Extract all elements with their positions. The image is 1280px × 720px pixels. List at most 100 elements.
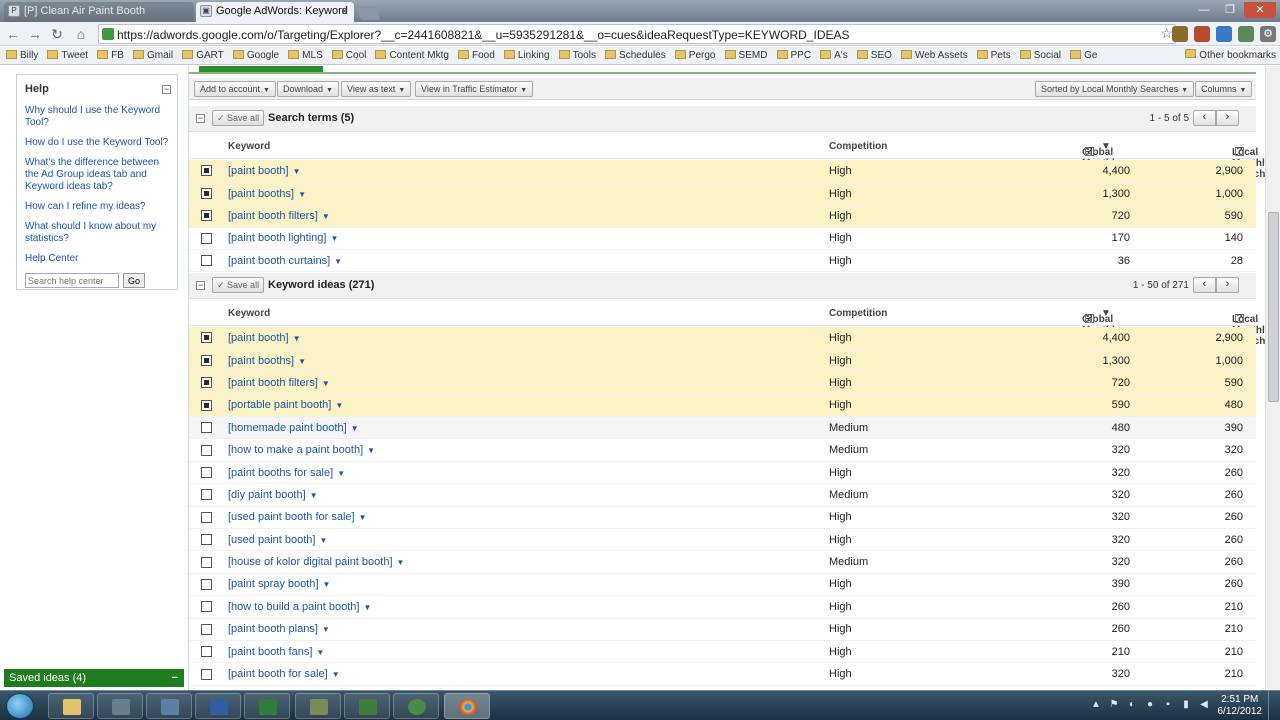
help-question-icon[interactable]: ? (1085, 147, 1094, 157)
previous-page-button[interactable]: ‹ (1193, 110, 1216, 126)
show-desktop-button[interactable] (1268, 691, 1280, 720)
chevron-down-icon[interactable]: ▼ (397, 558, 405, 567)
action-center-icon[interactable]: ⚑ (1108, 699, 1120, 711)
chevron-down-icon[interactable]: ▼ (323, 580, 331, 589)
show-hidden-icons-icon[interactable]: ▲ (1090, 699, 1102, 711)
collapse-icon[interactable]: − (196, 114, 205, 123)
chevron-down-icon[interactable]: ▼ (337, 469, 345, 478)
keyword-link[interactable]: [paint booth] (228, 165, 289, 177)
next-page-button[interactable]: › (1216, 110, 1239, 126)
keyword-link[interactable]: [paint booth fans] (228, 646, 312, 658)
browser-tab-inactive[interactable]: P [P] Clean Air Paint Booth (4, 2, 194, 22)
row-checkbox[interactable] (201, 232, 212, 244)
save-all-button[interactable]: ✓ Save all (212, 110, 265, 126)
row-checkbox[interactable] (201, 489, 212, 501)
keyword-link[interactable]: [paint booths] (228, 355, 294, 367)
row-checkbox[interactable] (201, 422, 212, 434)
view-in-traffic-estimator-button[interactable]: View in Traffic Estimator ▼ (415, 81, 534, 97)
sort-descending-icon[interactable]: ▼ (1101, 308, 1111, 319)
help-question-icon[interactable]: ? (1235, 147, 1244, 157)
chevron-down-icon[interactable]: ▼ (293, 167, 301, 176)
table-row[interactable]: [paint booth lighting] ▼ High 170 140 (189, 227, 1256, 250)
row-checkbox[interactable] (201, 668, 212, 680)
row-checkbox[interactable] (201, 165, 212, 177)
bookmark-folder[interactable]: Tools (558, 47, 596, 64)
taskbar-app[interactable] (344, 693, 390, 719)
row-checkbox[interactable] (201, 355, 212, 367)
chevron-down-icon[interactable]: ▼ (367, 446, 375, 455)
bookmark-folder[interactable]: Pergo (674, 47, 715, 64)
chevron-down-icon[interactable]: ▼ (334, 257, 342, 266)
bookmark-item[interactable]: Gmail (133, 47, 173, 64)
view-as-text-button[interactable]: View as text ▼ (341, 81, 412, 97)
download-button[interactable]: Download ▼ (277, 81, 339, 97)
table-row[interactable]: [paint booth filters] ▼ High 720 590 (189, 204, 1256, 228)
scrollbar-thumb[interactable] (1268, 212, 1279, 402)
table-row[interactable]: [paint booth] ▼ High 4,400 2,900 (189, 327, 1256, 350)
row-checkbox[interactable] (201, 623, 212, 635)
keyword-link[interactable]: [homemade paint booth] (228, 422, 347, 434)
extension-icon[interactable] (1194, 26, 1210, 42)
keyword-link[interactable]: [how to make a paint booth] (228, 444, 363, 456)
add-to-account-button[interactable]: Add to account ▼ (194, 81, 276, 97)
keyword-link[interactable]: [paint booth filters] (228, 377, 318, 389)
window-close-icon[interactable]: ✕ (1244, 2, 1276, 18)
help-link[interactable]: How do I use the Keyword Tool? (25, 137, 169, 149)
collapse-icon[interactable]: − (162, 85, 171, 94)
table-row[interactable]: [paint booth curtains] ▼ High 36 28 (189, 250, 1256, 272)
table-row[interactable]: [paint booth plans] ▼ High 260 210 (189, 618, 1256, 641)
row-checkbox[interactable] (201, 188, 212, 200)
taskbar-app[interactable] (97, 693, 143, 719)
bookmark-item[interactable]: Tweet (47, 47, 88, 64)
keyword-link[interactable]: [paint booth curtains] (228, 255, 330, 267)
table-row[interactable]: [paint booths for sale] ▼ High 320 260 (189, 461, 1256, 484)
row-checkbox[interactable] (201, 467, 212, 479)
reload-icon[interactable]: ↻ (48, 25, 66, 43)
help-link[interactable]: What's the difference between the Ad Gro… (25, 157, 169, 193)
browser-tab-active[interactable]: ▣ Google AdWords: Keyword × (196, 2, 354, 22)
columns-dropdown[interactable]: Columns ▼ (1195, 81, 1253, 97)
minimize-icon[interactable]: − (172, 669, 178, 687)
help-search-input[interactable] (25, 273, 119, 288)
chevron-down-icon[interactable]: ▼ (359, 513, 367, 522)
home-icon[interactable]: ⌂ (72, 25, 90, 43)
row-checkbox[interactable] (201, 332, 212, 344)
table-row[interactable]: [used paint booth for sale] ▼ High 320 260 (189, 506, 1256, 529)
bookmark-folder[interactable]: Schedules (605, 47, 666, 64)
table-row[interactable]: [homemade paint booth] ▼ Medium 480 390 (189, 416, 1256, 439)
help-center-link[interactable]: Help Center (25, 253, 169, 265)
signal-icon[interactable]: ▮ (1180, 699, 1192, 711)
new-tab-button[interactable] (355, 6, 381, 20)
table-row[interactable]: [diy paint booth] ▼ Medium 320 260 (189, 484, 1256, 507)
minimize-icon[interactable]: — (1192, 2, 1216, 18)
row-checkbox[interactable] (201, 646, 212, 658)
extension-icon[interactable] (1238, 26, 1254, 42)
sort-descending-icon[interactable]: ▼ (1101, 141, 1111, 152)
chevron-down-icon[interactable]: ▼ (322, 212, 330, 221)
chevron-down-icon[interactable]: ▼ (298, 357, 306, 366)
bookmark-item[interactable]: Google (232, 47, 279, 64)
taskbar-excel[interactable] (244, 693, 290, 719)
other-bookmarks[interactable]: Other bookmarks (1181, 47, 1276, 64)
table-row[interactable]: [how to make a paint booth] ▼ Medium 320 320 (189, 439, 1256, 462)
row-checkbox[interactable] (201, 210, 212, 222)
help-link[interactable]: Why should I use the Keyword Tool? (25, 105, 169, 129)
keyword-link[interactable]: [paint spray booth] (228, 578, 319, 590)
row-checkbox[interactable] (201, 534, 212, 546)
chevron-down-icon[interactable]: ▼ (330, 234, 338, 243)
bookmark-item[interactable]: Ge (1070, 47, 1097, 64)
row-checkbox[interactable] (201, 399, 212, 411)
keyword-link[interactable]: [paint booth lighting] (228, 232, 326, 244)
chevron-down-icon[interactable]: ▼ (322, 379, 330, 388)
keyword-link[interactable]: [how to build a paint booth] (228, 601, 359, 613)
chevron-down-icon[interactable]: ▼ (310, 491, 318, 500)
row-checkbox[interactable] (201, 601, 212, 613)
taskbar-word[interactable] (195, 693, 241, 719)
chevron-down-icon[interactable]: ▼ (298, 190, 306, 199)
start-button[interactable] (6, 693, 34, 719)
back-arrow-icon[interactable]: ← (4, 25, 22, 43)
help-go-button[interactable]: Go (123, 273, 145, 288)
page-scrollbar[interactable] (1265, 66, 1280, 690)
chevron-down-icon[interactable]: ▼ (332, 670, 340, 679)
table-row[interactable]: [paint booths] ▼ High 1,300 1,000 (189, 349, 1256, 372)
